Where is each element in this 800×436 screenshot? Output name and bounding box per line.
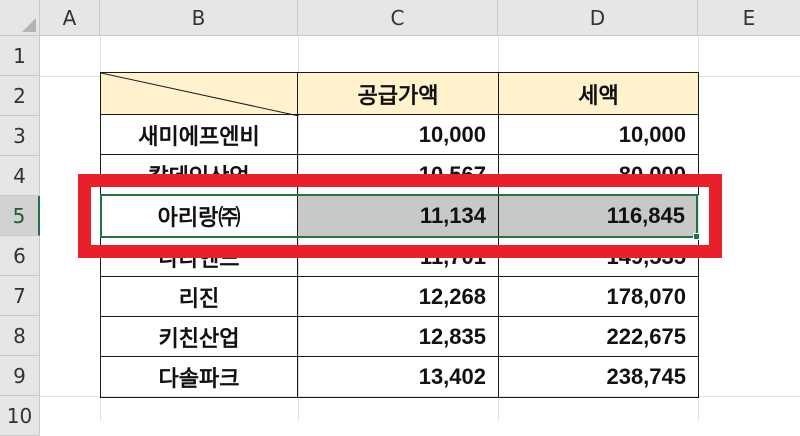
diagonal-header-cell[interactable] <box>100 72 299 116</box>
row-header-5[interactable]: 5 <box>0 196 40 236</box>
column-header-d[interactable]: D <box>498 0 698 36</box>
header-supply-cell[interactable]: 공급가액 <box>297 72 499 115</box>
cell-name-r3[interactable]: 새미에프엔비 <box>100 114 298 155</box>
cell-name-r8[interactable]: 키친산업 <box>100 316 298 357</box>
cell-supply-r7[interactable]: 12,268 <box>297 276 499 317</box>
fill-handle[interactable] <box>693 233 700 240</box>
cell-tax-r7[interactable]: 178,070 <box>498 276 699 317</box>
cell-tax-r3[interactable]: 10,000 <box>498 114 699 155</box>
select-all-triangle-icon <box>22 18 36 32</box>
row-header-2[interactable]: 2 <box>0 76 40 116</box>
row-header-7[interactable]: 7 <box>0 276 40 316</box>
row-header-3[interactable]: 3 <box>0 116 40 156</box>
row-header-8[interactable]: 8 <box>0 316 40 356</box>
diagonal-line-icon <box>101 73 299 116</box>
row-header-9[interactable]: 9 <box>0 356 40 396</box>
row-header-4[interactable]: 4 <box>0 156 40 196</box>
column-header-a[interactable]: A <box>40 0 100 36</box>
row-header-10[interactable]: 10 <box>0 396 40 436</box>
header-tax-cell[interactable]: 세액 <box>498 72 699 115</box>
column-header-c[interactable]: C <box>298 0 498 36</box>
column-header-e[interactable]: E <box>698 0 800 36</box>
cell-supply-r3[interactable]: 10,000 <box>297 114 499 155</box>
row-header-1[interactable]: 1 <box>0 36 40 76</box>
cell-name-r7[interactable]: 리진 <box>100 276 298 317</box>
column-header-b[interactable]: B <box>100 0 298 36</box>
cell-supply-r9[interactable]: 13,402 <box>297 356 499 398</box>
row-header-6[interactable]: 6 <box>0 236 40 276</box>
cell-tax-r9[interactable]: 238,745 <box>498 356 699 398</box>
cell-name-r9[interactable]: 다솔파크 <box>100 356 298 398</box>
select-all-corner[interactable] <box>0 0 40 36</box>
cell-tax-r8[interactable]: 222,675 <box>498 316 699 357</box>
cell-supply-r8[interactable]: 12,835 <box>297 316 499 357</box>
selection-range-border <box>100 194 698 238</box>
